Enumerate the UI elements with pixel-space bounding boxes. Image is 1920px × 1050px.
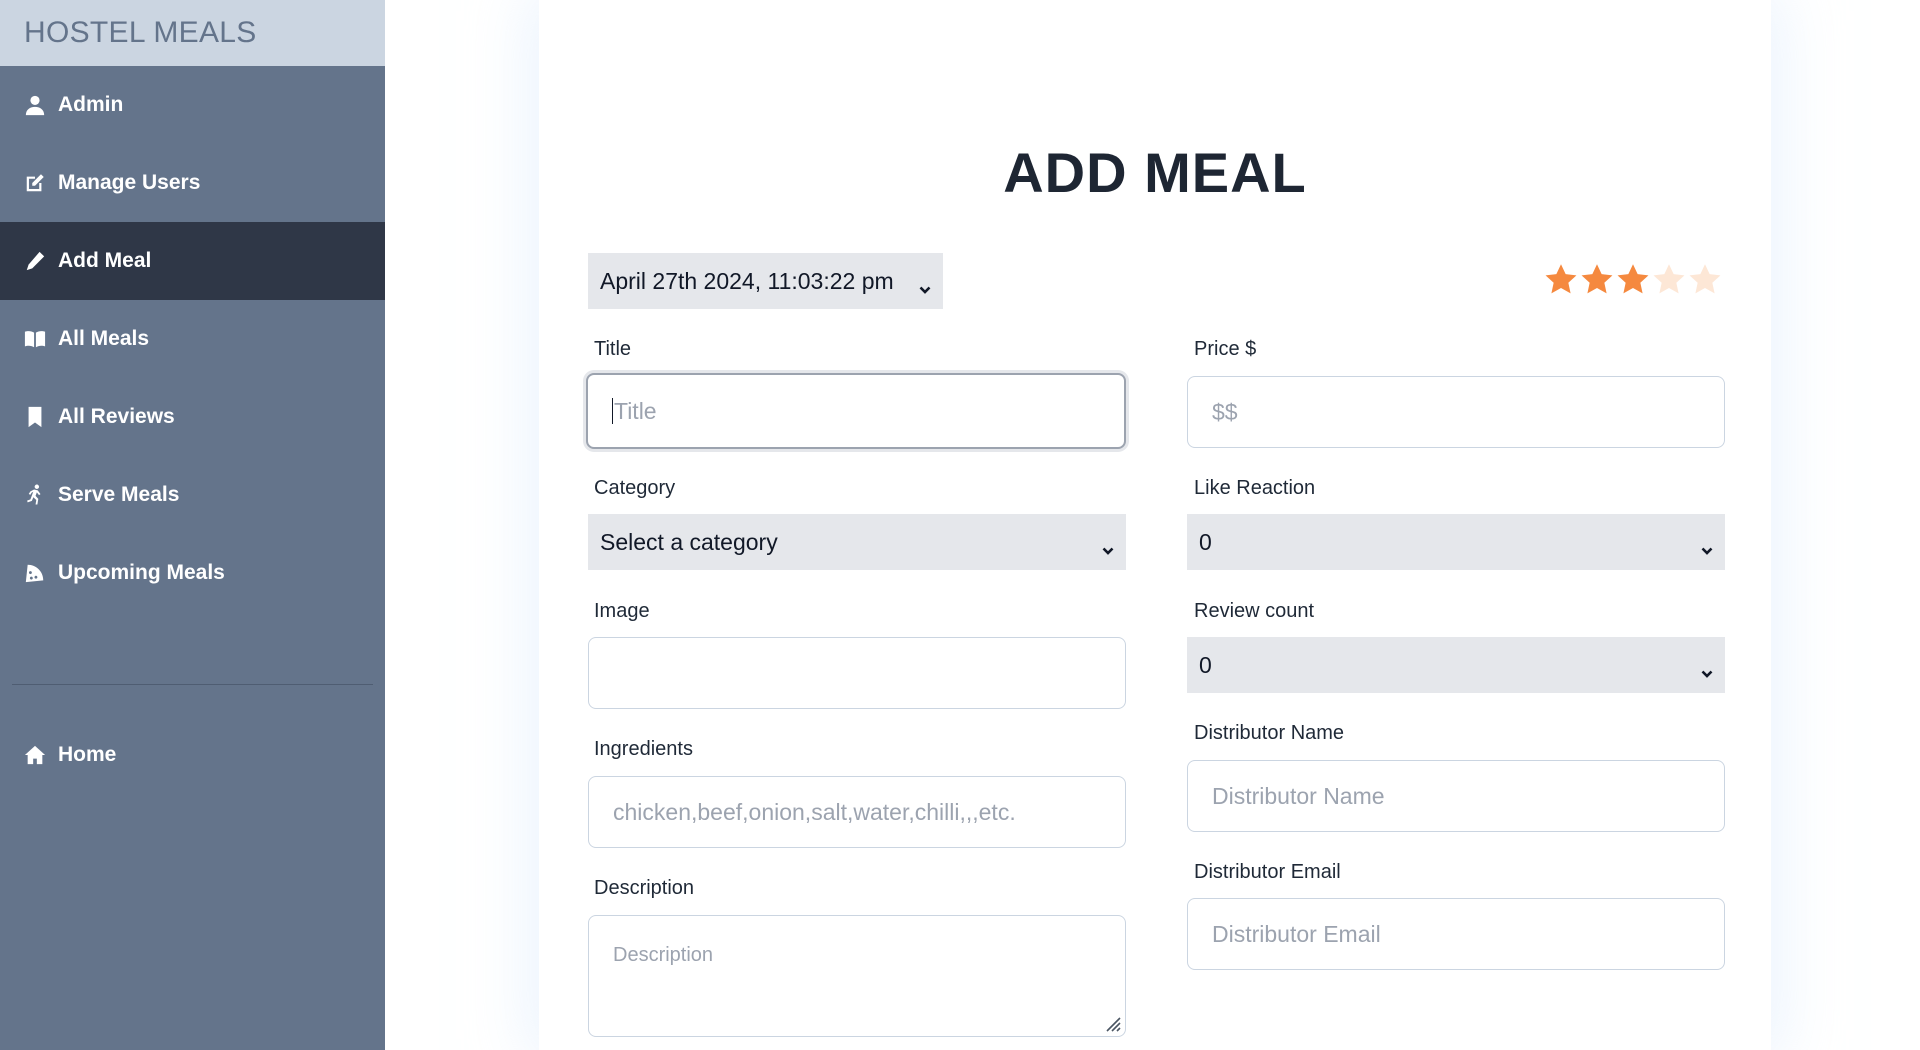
bookmark-icon [24,406,46,428]
resize-handle-icon[interactable] [1101,1012,1121,1032]
date-value: April 27th 2024, 11:03:22 pm [600,267,894,294]
price-label: Price $ [1194,338,1257,360]
description-textarea[interactable]: Description [588,915,1126,1037]
page-title: ADD MEAL [1003,141,1307,204]
add-meal-card: ADD MEAL April 27th 2024, 11:03:22 pm Ti… [539,0,1771,1050]
review-count-label: Review count [1194,600,1315,622]
sidebar-item-label: Home [58,743,117,766]
text-caret [612,398,613,424]
sidebar-item-add-meal[interactable]: Add Meal [0,222,385,300]
user-icon [24,94,46,116]
ingredients-label: Ingredients [594,738,693,760]
like-reaction-select[interactable]: 0 [1187,514,1725,570]
sidebar-item-all-meals[interactable]: All Meals [0,300,385,378]
sidebar-item-serve-meals[interactable]: Serve Meals [0,456,385,534]
edit-icon [24,172,46,194]
sidebar-item-label: Manage Users [58,171,201,194]
title-input[interactable]: Title [586,373,1126,449]
description-label: Description [594,877,695,899]
sidebar-divider [12,684,373,685]
ingredients-placeholder: chicken,beef,onion,salt,water,chilli,,,e… [613,798,1016,825]
category-value: Select a category [600,528,778,555]
review-count-value: 0 [1199,651,1212,678]
like-reaction-value: 0 [1199,528,1212,555]
sidebar-item-label: All Reviews [58,405,175,428]
pencil-icon [24,250,46,272]
brand-title: HOSTEL MEALS [0,0,385,66]
chevron-down-icon [919,275,931,294]
chevron-down-icon [1701,659,1713,678]
image-input[interactable] [588,637,1126,709]
pizza-slice-icon [24,562,46,584]
sidebar: HOSTEL MEALS Admin Manage Users Add Meal… [0,0,385,1050]
book-open-icon [24,328,46,350]
sidebar-item-upcoming-meals[interactable]: Upcoming Meals [0,534,385,612]
sidebar-item-label: Serve Meals [58,483,180,506]
distributor-name-input[interactable]: Distributor Name [1187,760,1725,832]
star-empty-icon[interactable] [1687,262,1723,298]
distributor-name-label: Distributor Name [1194,722,1345,744]
sidebar-item-label: Upcoming Meals [58,561,225,584]
category-label: Category [594,477,676,499]
like-reaction-label: Like Reaction [1194,477,1316,499]
running-person-icon [24,484,46,506]
price-placeholder: $$ [1212,398,1238,425]
sidebar-item-home[interactable]: Home [0,717,385,793]
sidebar-item-manage-users[interactable]: Manage Users [0,144,385,222]
sidebar-item-label: Add Meal [58,249,152,272]
date-picker[interactable]: April 27th 2024, 11:03:22 pm [588,253,943,309]
ingredients-input[interactable]: chicken,beef,onion,salt,water,chilli,,,e… [588,776,1126,848]
home-icon [24,744,46,766]
description-placeholder: Description [613,944,714,966]
distributor-email-input[interactable]: Distributor Email [1187,898,1725,970]
star-rating[interactable] [1543,262,1723,298]
review-count-select[interactable]: 0 [1187,637,1725,693]
sidebar-item-all-reviews[interactable]: All Reviews [0,378,385,456]
chevron-down-icon [1701,536,1713,555]
title-label: Title [594,338,632,360]
title-placeholder: Title [614,397,657,424]
sidebar-item-label: All Meals [58,327,150,350]
chevron-down-icon [1102,536,1114,555]
distributor-email-placeholder: Distributor Email [1212,920,1381,947]
sidebar-item-admin[interactable]: Admin [0,66,385,144]
image-label: Image [594,600,650,622]
star-empty-icon[interactable] [1651,262,1687,298]
price-input[interactable]: $$ [1187,376,1725,448]
sidebar-item-label: Admin [58,93,124,116]
star-icon[interactable] [1615,262,1651,298]
category-select[interactable]: Select a category [588,514,1126,570]
distributor-email-label: Distributor Email [1194,861,1341,883]
distributor-name-placeholder: Distributor Name [1212,782,1385,809]
star-icon[interactable] [1543,262,1579,298]
star-icon[interactable] [1579,262,1615,298]
